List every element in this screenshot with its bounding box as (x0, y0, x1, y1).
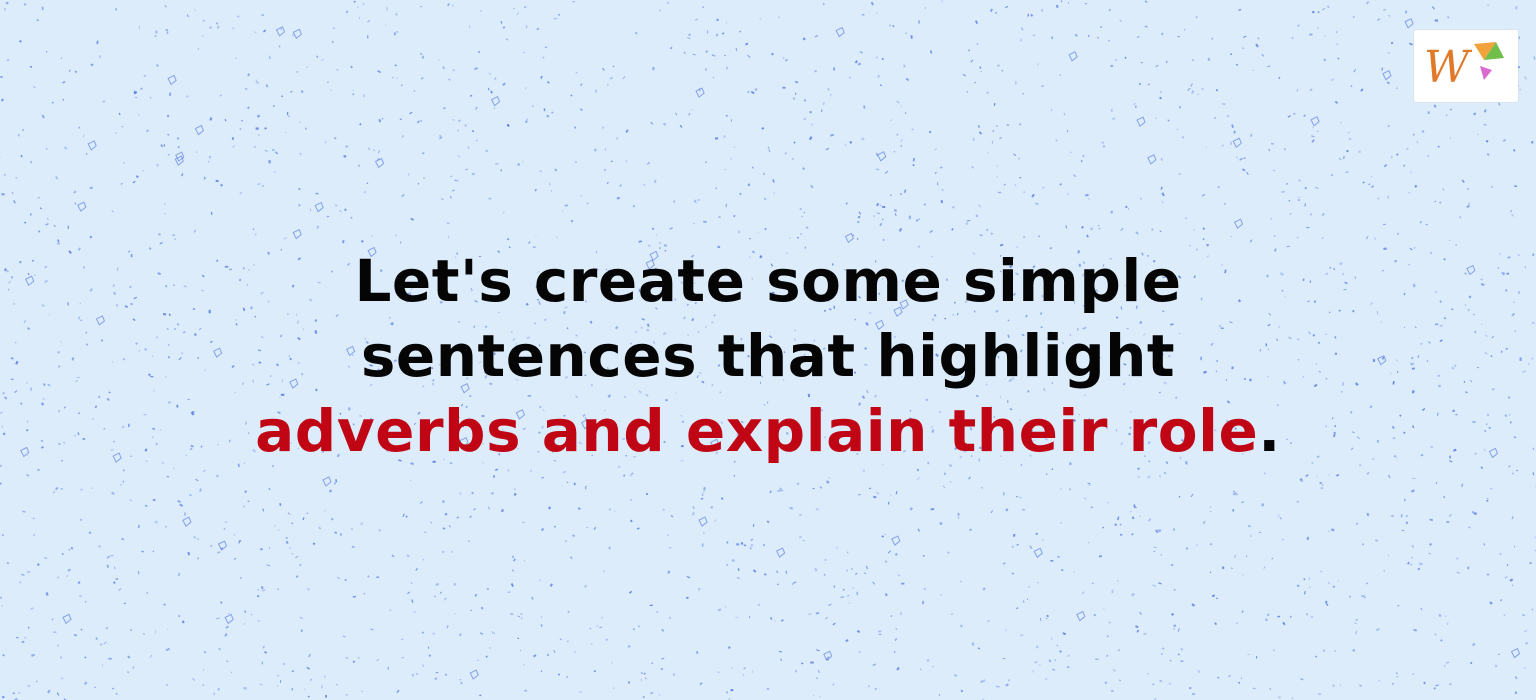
headline-line-3: adverbs and explain their role. (0, 394, 1536, 469)
brand-logo: W (1414, 30, 1518, 102)
headline-period: . (1258, 397, 1281, 465)
headline-line-2: sentences that highlight (360, 322, 1176, 390)
headline: Let's create some simple sentences that … (0, 244, 1536, 469)
headline-line-1: Let's create some simple (354, 247, 1182, 315)
brand-logo-icon: W (1424, 42, 1504, 93)
headline-highlight: adverbs and explain their role (255, 397, 1259, 465)
logo-letter: W (1424, 42, 1473, 93)
